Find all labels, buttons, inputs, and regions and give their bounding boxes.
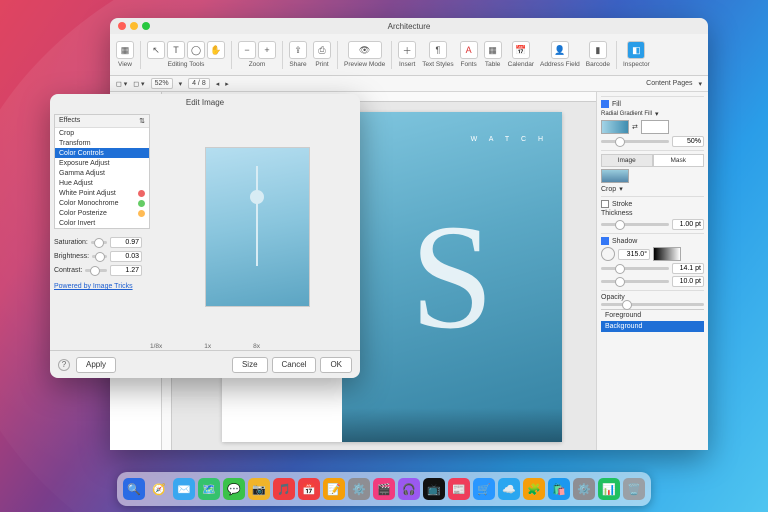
inspector-icon[interactable]: ◧ [627,41,645,59]
effects-list: Effects⇅ CropTransformColor ControlsExpo… [54,114,150,229]
dock-app-icon[interactable]: ☁️ [498,478,520,500]
dropdown-icon[interactable]: ◻ ▾ [116,80,127,88]
address-icon[interactable]: 👤 [551,41,569,59]
view-button[interactable]: ▦ [116,41,134,59]
dropdown-icon[interactable]: ◻ ▾ [133,80,144,88]
dock-app-icon[interactable]: 🧩 [523,478,545,500]
fill-checkbox[interactable] [601,100,609,108]
print-icon[interactable]: ⎙ [313,41,331,59]
layer-foreground[interactable]: Foreground [601,310,704,321]
contrast-slider[interactable] [85,269,107,272]
prev-page-icon[interactable]: ◂ [216,80,220,88]
skyline-icon [342,408,562,442]
dock: 🔍🧭✉️🗺️💬📷🎵📅📝⚙️🎬🎧📺📰🛒☁️🧩🛍️⚙️📊🗑️ [117,472,651,506]
effect-item[interactable]: Gamma Adjust [55,168,149,178]
dock-app-icon[interactable]: 📅 [298,478,320,500]
effect-item[interactable]: Exposure Adjust [55,158,149,168]
effect-item[interactable]: White Point Adjust [55,188,149,198]
brightness-slider[interactable] [92,255,107,258]
preview-pane [154,110,360,343]
help-icon[interactable]: ? [58,359,70,371]
size-button[interactable]: Size [232,357,268,373]
effect-item[interactable]: Color Posterize [55,208,149,218]
toolbar: ▦View ↖ T ◯ ✋ Editing Tools −+Zoom ⇪Shar… [110,34,708,76]
dock-app-icon[interactable]: 🧭 [148,478,170,500]
calendar-icon[interactable]: 📅 [512,41,530,59]
dock-app-icon[interactable]: 🎬 [373,478,395,500]
effect-item[interactable]: Hue Adjust [55,178,149,188]
text-tool-icon[interactable]: T [167,41,185,59]
image-tab[interactable]: Image [601,154,653,167]
poster-image[interactable]: W A T C H S [342,112,562,442]
saturation-field[interactable] [110,237,142,248]
contrast-field[interactable] [110,265,142,276]
dock-app-icon[interactable]: 📊 [598,478,620,500]
sort-icon[interactable]: ⇅ [139,117,145,125]
effect-item[interactable]: Color Controls [55,148,149,158]
powered-by-link[interactable]: Powered by Image Tricks [54,283,133,290]
titlebar: Architecture [110,18,708,34]
dock-app-icon[interactable]: 📰 [448,478,470,500]
zoom-field[interactable]: 52% [151,78,173,89]
page-field[interactable]: 4 / 8 [188,78,210,89]
layer-background[interactable]: Background [601,321,704,332]
dock-app-icon[interactable]: 📺 [423,478,445,500]
dock-app-icon[interactable]: 🗑️ [623,478,645,500]
fill-pct-field[interactable] [672,136,704,147]
thickness-slider[interactable] [601,223,669,226]
poster-letter: S [410,191,493,363]
effect-item[interactable]: Transform [55,138,149,148]
angle-dial[interactable] [601,247,615,261]
inspector-panel: Fill Radial Gradient Fill▾ ⇄ ImageMask C… [596,92,708,450]
insert-icon[interactable]: ＋ [398,41,416,59]
section-label: Content Pages [646,80,692,87]
hand-tool-icon[interactable]: ✋ [207,41,225,59]
cancel-button[interactable]: Cancel [272,357,317,373]
image-thumb[interactable] [601,169,629,183]
dock-app-icon[interactable]: 🗺️ [198,478,220,500]
opacity-slider[interactable] [601,303,704,306]
effect-item[interactable]: Crop [55,128,149,138]
zoom-out-icon[interactable]: − [238,41,256,59]
dialog-title: Edit Image [50,98,360,107]
next-page-icon[interactable]: ▸ [225,80,229,88]
apply-button[interactable]: Apply [76,357,116,373]
zoom-row: ◻ ▾ ◻ ▾ 52% ▾ 4 / 8 ◂ ▸ Content Pages ▾ [110,76,708,92]
barcode-icon[interactable]: ▮ [589,41,607,59]
pointer-tool-icon[interactable]: ↖ [147,41,165,59]
dock-app-icon[interactable]: 🎧 [398,478,420,500]
effect-item[interactable]: Color Monochrome [55,198,149,208]
shapes-tool-icon[interactable]: ◯ [187,41,205,59]
dock-app-icon[interactable]: 🔍 [123,478,145,500]
shadow-checkbox[interactable] [601,237,609,245]
edit-image-dialog: Edit Image Effects⇅ CropTransformColor C… [50,94,360,378]
dock-app-icon[interactable]: 📝 [323,478,345,500]
ok-button[interactable]: OK [320,357,352,373]
dock-app-icon[interactable]: 🎵 [273,478,295,500]
poster-subtitle: W A T C H [471,136,548,143]
dock-app-icon[interactable]: 🛒 [473,478,495,500]
dock-app-icon[interactable]: ⚙️ [573,478,595,500]
dock-app-icon[interactable]: ⚙️ [348,478,370,500]
textstyles-icon[interactable]: ¶ [429,41,447,59]
dock-app-icon[interactable]: ✉️ [173,478,195,500]
saturation-slider[interactable] [91,241,107,244]
table-icon[interactable]: ▦ [484,41,502,59]
stroke-checkbox[interactable] [601,200,609,208]
share-icon[interactable]: ⇪ [289,41,307,59]
dock-app-icon[interactable]: 📷 [248,478,270,500]
gradient-swatch[interactable] [601,120,629,134]
zoom-in-icon[interactable]: + [258,41,276,59]
fonts-icon[interactable]: A [460,41,478,59]
fill-slider[interactable] [601,140,669,143]
tower-icon [256,166,258,266]
document-title: Architecture [110,22,708,31]
effect-item[interactable]: Color Invert [55,218,149,228]
preview-button[interactable]: 👁 [348,41,382,59]
preview-image [205,147,310,307]
brightness-field[interactable] [110,251,142,262]
mask-tab[interactable]: Mask [653,154,705,167]
dock-app-icon[interactable]: 💬 [223,478,245,500]
dock-app-icon[interactable]: 🛍️ [548,478,570,500]
